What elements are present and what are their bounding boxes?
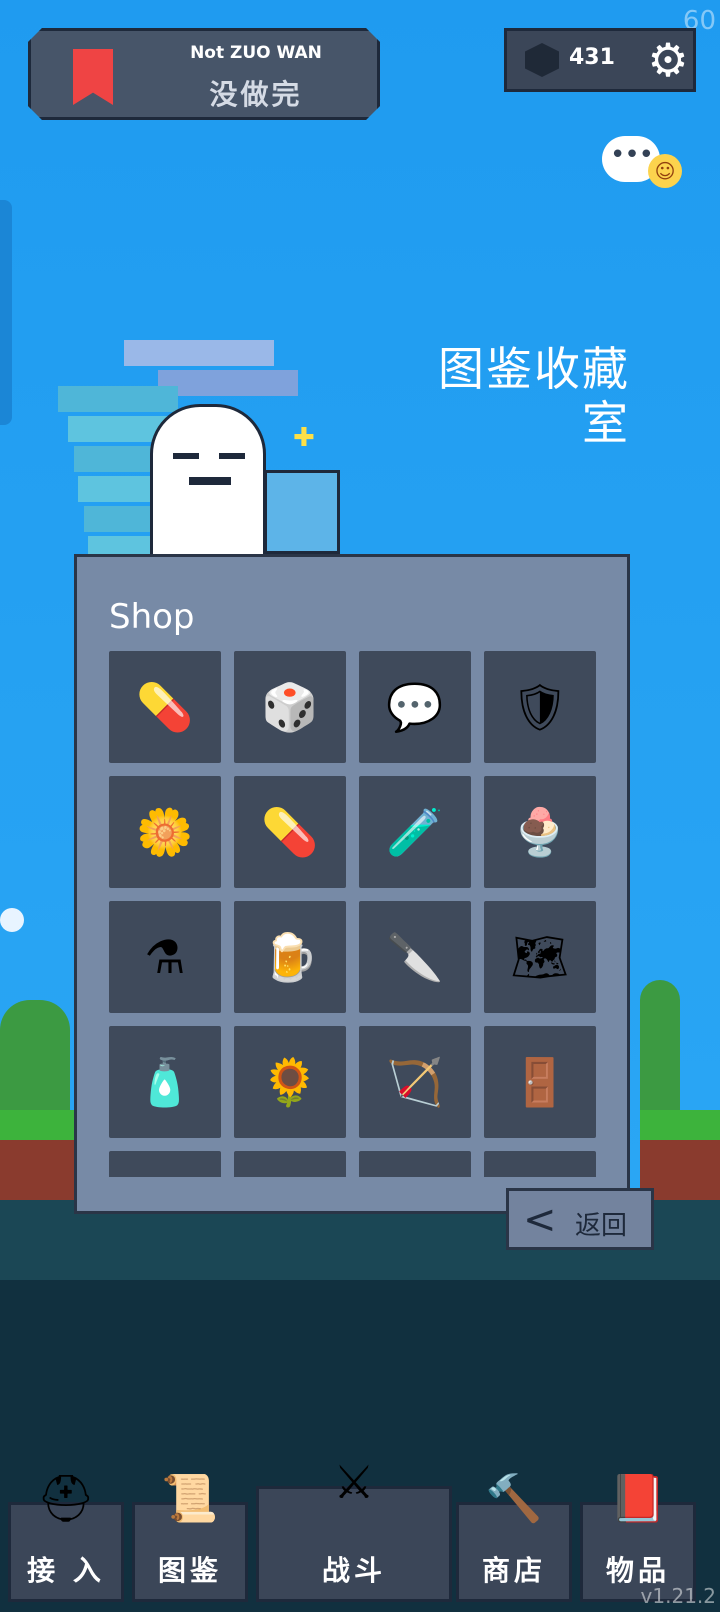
currency-display: 431 ⚙ — [504, 28, 696, 92]
tree-right — [640, 980, 680, 1110]
shop-item-cell[interactable]: 🗺 — [484, 901, 596, 1013]
title-zh: 没做完 — [209, 78, 303, 111]
smiley-icon: ☺ — [648, 154, 682, 188]
version-label: v1.21.2 — [640, 1584, 716, 1608]
yellow-flower-icon: ✚ — [293, 423, 315, 453]
shop-item-cell[interactable]: 🛡 — [484, 651, 596, 763]
shop-item-cell[interactable]: 💊 — [109, 651, 221, 763]
shop-item-cell[interactable]: 🍨 — [484, 776, 596, 888]
room-title: 图鉴收藏 室 — [430, 342, 630, 450]
grass-left — [0, 1110, 78, 1144]
capsule-red-icon: 💊 — [136, 679, 194, 734]
gem-icon — [525, 43, 559, 77]
herb-flask-icon: ⚗ — [144, 930, 186, 984]
shop-item-cell[interactable]: 🔪 — [359, 901, 471, 1013]
bookmark-icon — [73, 49, 113, 105]
title-en: Not ZUO WAN — [190, 43, 322, 63]
title-plate[interactable]: Not ZUO WAN 没做完 — [28, 28, 380, 120]
shop-item-cell[interactable] — [359, 1151, 471, 1177]
ghost-character[interactable] — [150, 404, 266, 570]
ghost-eye — [219, 453, 245, 459]
shop-item-cell[interactable]: 🧴 — [109, 1026, 221, 1138]
nav-button[interactable]: 📜 图鉴 — [132, 1471, 248, 1602]
shop-item-cell[interactable]: 🌼 — [109, 776, 221, 888]
dirt-left — [0, 1140, 78, 1208]
ghost-eye — [173, 453, 199, 459]
cloud-decoration — [0, 908, 24, 932]
potion-flask-icon: 🧪 — [386, 804, 444, 859]
daisy-flower-icon: 🌼 — [136, 804, 194, 859]
nav-label: 商店 — [481, 1554, 546, 1587]
shop-item-cell[interactable] — [109, 1151, 221, 1177]
shop-item-cell[interactable]: 🍺 — [234, 901, 346, 1013]
tree-left — [0, 1000, 70, 1110]
back-label: 返回 — [575, 1211, 628, 1241]
map-icon: 🗺 — [510, 929, 570, 984]
sunflower-icon: 🌻 — [261, 1054, 319, 1109]
round-shield-icon: 🛡 — [510, 679, 570, 734]
shop-item-cell[interactable]: 🎲 — [234, 651, 346, 763]
spellbook-icon: 📕 — [609, 1471, 667, 1525]
chat-bubbles-icon: 💬 — [386, 679, 444, 734]
bow-arrow-icon: 🏹 — [386, 1054, 444, 1109]
shop-item-cell[interactable]: 💬 — [359, 651, 471, 763]
shop-item-cell[interactable]: ⚗ — [109, 901, 221, 1013]
nav-label: 战斗 — [321, 1554, 386, 1587]
chat-dots: ••• — [610, 140, 654, 170]
shop-item-cell[interactable]: 🌻 — [234, 1026, 346, 1138]
side-drawer-handle[interactable] — [0, 200, 12, 425]
tombstone-door-icon: 🚪 — [511, 1054, 569, 1109]
shop-item-cell[interactable]: 🏹 — [359, 1026, 471, 1138]
potted-plant — [264, 470, 340, 554]
capsule-blue-icon: 💊 — [261, 804, 319, 859]
crossed-swords-icon: ⚔ — [333, 1455, 375, 1509]
room-title-line2: 室 — [582, 396, 630, 450]
ghost-mouth — [189, 477, 231, 485]
shop-item-cell[interactable]: 🧪 — [359, 776, 471, 888]
currency-value: 431 — [569, 45, 615, 70]
grass-right — [640, 1110, 720, 1144]
hammer-icon: 🔨 — [485, 1471, 543, 1525]
shop-grid: 💊 🎲 💬 🛡 🌼 💊 🧪 🍨 ⚗ 🍺 🔪 🗺 🧴 🌻 🏹 🚪 — [109, 651, 597, 1177]
nav-label: 图鉴 — [157, 1554, 222, 1587]
nav-label: 接 入 — [27, 1554, 105, 1587]
bottom-nav: ⛑ 接 入 📜 图鉴 ⚔ 战斗 🔨 商店 📕 物品 — [0, 1455, 720, 1612]
shop-item-cell[interactable] — [234, 1151, 346, 1177]
ice-cream-icon: 🍨 — [511, 804, 569, 859]
shop-item-cell[interactable] — [484, 1151, 596, 1177]
shop-item-cell[interactable]: 💊 — [234, 776, 346, 888]
nav-button[interactable]: ⛑ 接 入 — [8, 1471, 124, 1602]
shop-panel: Shop 💊 🎲 💬 🛡 🌼 💊 🧪 🍨 ⚗ 🍺 🔪 🗺 🧴 🌻 🏹 🚪 — [74, 554, 630, 1214]
room-title-line1: 图鉴收藏 — [438, 342, 630, 396]
book — [124, 340, 274, 366]
green-potion-icon: 🧴 — [136, 1054, 194, 1109]
nav-button[interactable]: ⚔ 战斗 — [256, 1455, 452, 1602]
dice-icon: 🎲 — [261, 679, 319, 734]
book — [158, 370, 298, 396]
book — [58, 386, 178, 412]
knife-icon: 🔪 — [386, 929, 444, 984]
back-button[interactable]: < 返回 — [506, 1188, 654, 1250]
nav-label: 物品 — [605, 1554, 670, 1587]
nav-button[interactable]: 🔨 商店 — [456, 1471, 572, 1602]
chevron-left-icon: < — [523, 1197, 557, 1243]
shop-title: Shop — [109, 597, 195, 637]
shop-item-cell[interactable]: 🚪 — [484, 1026, 596, 1138]
knight-helmet-icon: ⛑ — [36, 1471, 96, 1525]
scroll-icon: 📜 — [161, 1471, 219, 1525]
gear-icon[interactable]: ⚙ — [643, 35, 693, 85]
beer-mug-icon: 🍺 — [261, 929, 319, 984]
